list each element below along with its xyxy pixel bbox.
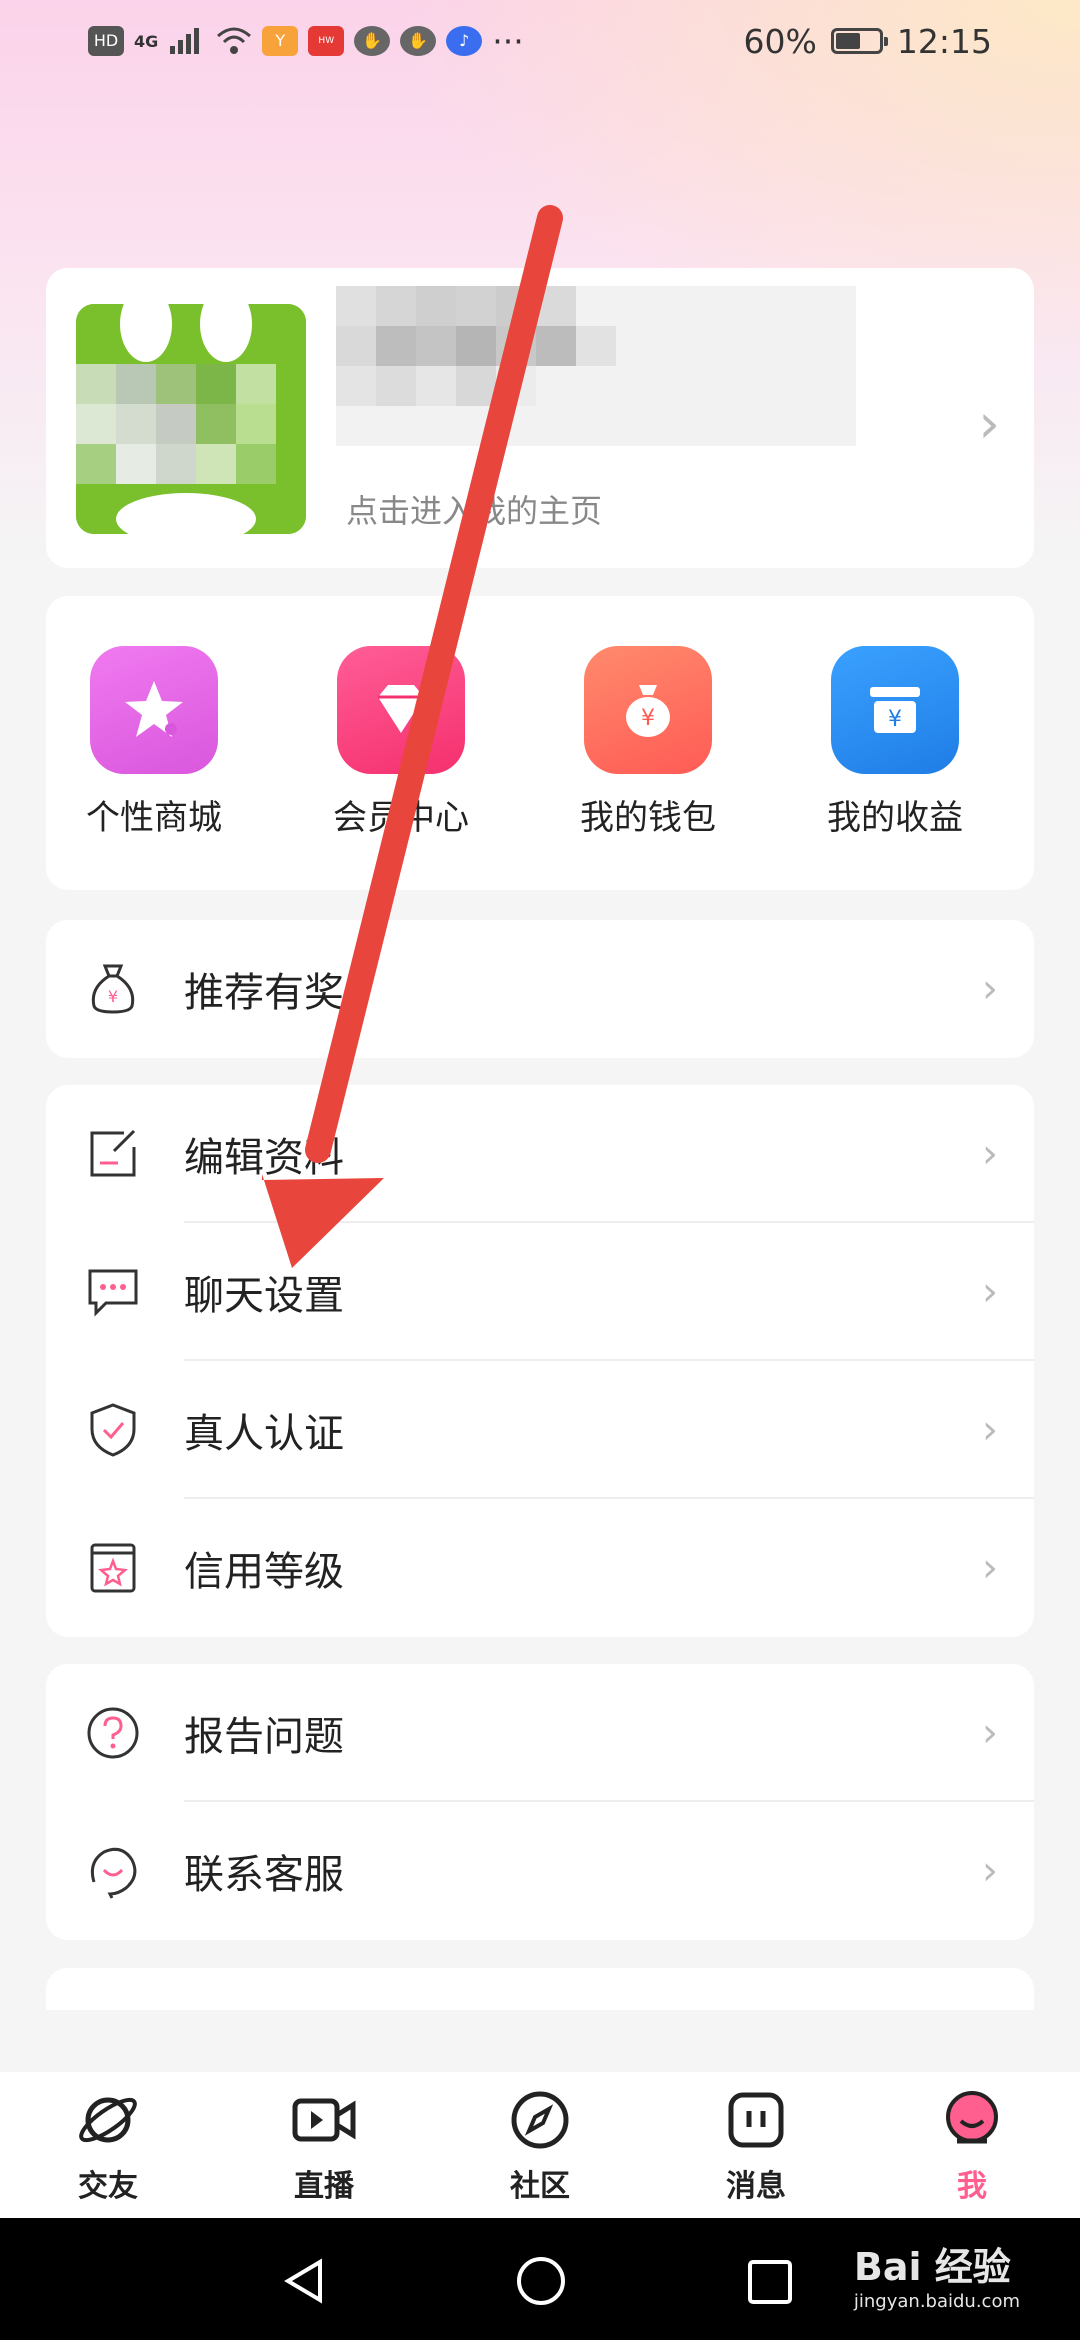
profile-card[interactable]: 点击进入我的主页 › [46,268,1034,568]
quick-action-wallet[interactable]: ¥ 我的钱包 [568,646,728,839]
network-type-badge: 4G [134,31,159,51]
message-icon [728,2092,784,2148]
customer-service-icon [90,1847,137,1899]
edit-icon [90,1129,136,1177]
menu-item-label: 编辑资料 [184,1135,344,1181]
planet-icon [79,2097,137,2143]
quick-actions-card: 个性商城 会员中心 ¥ 我的钱包 ¥ 我的收益 [46,596,1034,890]
recents-icon[interactable] [746,2258,794,2306]
menu-group-support: 报告问题 › 联系客服 › [46,1664,1034,1940]
tab-friends[interactable]: 交友 [8,2085,208,2205]
bottom-tab-bar: 交友 直播 社区 消息 我 [0,2072,1080,2218]
menu-item-label: 聊天设置 [184,1273,344,1319]
question-icon [87,1707,139,1759]
back-icon[interactable] [280,2256,330,2306]
video-icon [292,2098,356,2142]
menu-item-customer-service[interactable]: 联系客服 › [46,1802,1034,1940]
music-icon: ♪ [446,26,483,56]
status-bar: HD 4G Y HW ✋ ✋ ♪ ··· 60% 12:15 [0,0,1080,82]
app-notification-icon: Y [262,26,299,56]
hd-badge: HD [88,26,124,56]
money-bag-outline-icon: ¥ [91,964,135,1014]
status-right: 60% 12:15 [744,22,992,61]
tab-live[interactable]: 直播 [224,2085,424,2205]
quick-action-label: 会员中心 [333,798,469,838]
shield-check-icon [90,1403,136,1457]
tab-label: 我 [957,2169,987,2204]
chevron-right-icon: › [982,1545,998,1591]
nickname-blurred [336,286,856,446]
star-icon [90,646,218,774]
chat-icon [88,1269,138,1317]
clock: 12:15 [896,21,992,61]
menu-item-verification[interactable]: 真人认证 › [46,1361,1034,1499]
tab-label: 消息 [726,2169,786,2204]
watermark-url: jingyan.baidu.com [853,2291,1020,2312]
avatar[interactable] [76,304,306,534]
quick-action-label: 我的收益 [827,798,963,838]
tab-label: 社区 [510,2169,570,2204]
menu-item-edit-profile[interactable]: 编辑资料 › [46,1085,1034,1223]
menu-group-more [46,1968,1034,2010]
battery-icon [830,28,888,54]
hand-icon-2: ✋ [400,26,437,56]
menu-item-chat-settings[interactable]: 聊天设置 › [46,1223,1034,1361]
watermark: Bai 经验 jingyan.baidu.com [854,2236,1020,2312]
credit-star-icon [90,1543,136,1593]
chevron-right-icon: › [982,1407,998,1453]
hand-icon: ✋ [354,26,391,56]
menu-item-credit-level[interactable]: 信用等级 › [46,1499,1034,1637]
more-notifications-icon: ··· [492,21,524,61]
avatar-image [76,304,306,534]
huawei-store-icon: HW [308,26,345,56]
svg-text:¥: ¥ [641,706,655,731]
tab-label: 交友 [78,2169,138,2204]
svg-text:¥: ¥ [888,707,902,732]
tab-label: 直播 [294,2169,354,2204]
menu-item-label: 报告问题 [184,1714,344,1760]
svg-text:¥: ¥ [108,987,118,1006]
signal-icon [170,28,200,54]
earnings-icon: ¥ [831,646,959,774]
wifi-icon [217,27,252,54]
chevron-right-icon: › [982,1848,998,1894]
watermark-text: Bai 经验 [853,2245,1011,2289]
status-left: HD 4G Y HW ✋ ✋ ♪ ··· [88,22,524,61]
tab-messages[interactable]: 消息 [656,2085,856,2205]
chevron-right-icon: › [978,392,1000,455]
chevron-right-icon: › [982,966,998,1012]
menu-item-label: 联系客服 [184,1852,344,1898]
tab-me[interactable]: 我 [872,2085,1072,2205]
chevron-right-icon: › [982,1269,998,1315]
menu-item-label: 真人认证 [184,1411,344,1457]
me-avatar-icon [946,2091,998,2144]
menu-item-label: 推荐有奖 [184,970,344,1016]
quick-action-label: 个性商城 [86,798,222,838]
home-icon[interactable] [514,2254,568,2308]
quick-action-label: 我的钱包 [580,798,716,838]
menu-item-referral[interactable]: ¥ 推荐有奖 › [46,920,1034,1058]
quick-action-earnings[interactable]: ¥ 我的收益 [815,646,975,839]
menu-group-referral: ¥ 推荐有奖 › [46,920,1034,1058]
chevron-right-icon: › [982,1710,998,1756]
battery-percent: 60% [743,21,817,61]
menu-item-label: 信用等级 [184,1549,344,1595]
compass-icon [511,2091,569,2149]
menu-group-settings: 编辑资料 › 聊天设置 › 真人认证 › 信用等级 › [46,1085,1034,1637]
diamond-icon [337,646,465,774]
money-bag-icon: ¥ [584,646,712,774]
chevron-right-icon: › [982,1131,998,1177]
tab-community[interactable]: 社区 [440,2085,640,2205]
profile-subtitle: 点击进入我的主页 [346,492,603,530]
quick-action-shop[interactable]: 个性商城 [74,646,234,839]
menu-item-report-problem[interactable]: 报告问题 › [46,1664,1034,1802]
quick-action-vip[interactable]: 会员中心 [321,646,481,839]
battery-fill [835,33,860,49]
